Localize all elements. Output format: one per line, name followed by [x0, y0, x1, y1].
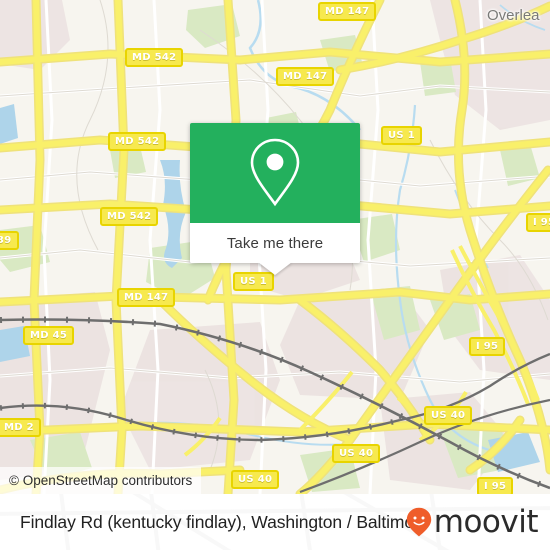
road-shield: MD 147	[117, 288, 176, 307]
map-canvas[interactable]: MD 147 MD 542 MD 147 MD 542 US 1 MD 542 39 I 95…	[0, 0, 550, 494]
road-shield: US 40	[231, 470, 280, 489]
popup-cta-area[interactable]: Take me there	[190, 223, 360, 263]
road-shield: US 40	[332, 444, 381, 463]
road-shield: MD 542	[125, 48, 184, 67]
popup-pointer	[258, 262, 292, 275]
road-shield: US 40	[424, 406, 473, 425]
road-shield: I 95	[469, 337, 506, 356]
road-shield: MD 2	[0, 418, 41, 437]
popup-image-area	[190, 123, 360, 223]
road-shield: I 95	[477, 477, 514, 494]
map-screenshot: MD 147 MD 542 MD 147 MD 542 US 1 MD 542 39 I 95…	[0, 0, 550, 550]
attribution-bar[interactable]: © OpenStreetMap contributors	[0, 467, 202, 494]
attribution-text: © OpenStreetMap contributors	[9, 473, 193, 488]
road-shield: US 1	[381, 126, 422, 145]
road-shield: MD 542	[100, 207, 159, 226]
road-shield: 39	[0, 231, 19, 250]
road-shield: MD 542	[108, 132, 167, 151]
road-shield: I 95	[526, 213, 550, 232]
road-shield: MD 45	[23, 326, 75, 345]
footer-bar: Findlay Rd (kentucky findlay), Washingto…	[0, 494, 550, 550]
moovit-wordmark: moovit	[433, 503, 539, 540]
map-pin-icon	[250, 138, 300, 207]
road-shield: MD 147	[318, 2, 377, 21]
location-popup[interactable]: Take me there	[190, 123, 360, 275]
place-label: Overlea	[487, 7, 540, 24]
take-me-there-label: Take me there	[226, 234, 324, 252]
moovit-pin-smile-icon	[406, 507, 431, 537]
location-title: Findlay Rd (kentucky findlay), Washingto…	[20, 511, 430, 532]
road-shield: MD 147	[276, 67, 335, 86]
moovit-brand[interactable]: moovit	[406, 494, 539, 550]
